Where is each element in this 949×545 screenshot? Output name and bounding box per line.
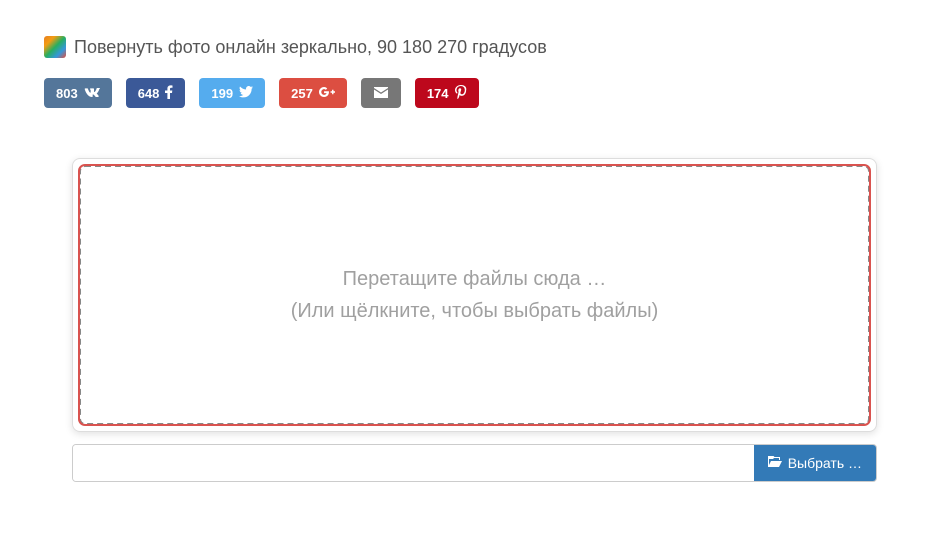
- folder-open-icon: [768, 455, 782, 471]
- page-title: Повернуть фото онлайн зеркально, 90 180 …: [74, 37, 547, 58]
- pinterest-icon: [455, 85, 467, 102]
- gp-count: 257: [291, 86, 313, 101]
- dropzone-line2: (Или щёлкните, чтобы выбрать файлы): [291, 295, 659, 327]
- site-logo: [44, 36, 66, 58]
- browse-label: Выбрать …: [788, 455, 862, 471]
- share-pinterest-button[interactable]: 174: [415, 78, 479, 108]
- share-facebook-button[interactable]: 648: [126, 78, 186, 108]
- facebook-icon: [165, 85, 173, 102]
- page-header: Повернуть фото онлайн зеркально, 90 180 …: [44, 36, 905, 58]
- share-email-button[interactable]: [361, 78, 401, 108]
- fb-count: 648: [138, 86, 160, 101]
- upload-panel: Перетащите файлы сюда … (Или щёлкните, ч…: [72, 158, 877, 432]
- file-dropzone[interactable]: Перетащите файлы сюда … (Или щёлкните, ч…: [79, 165, 870, 425]
- file-input-bar: Выбрать …: [72, 444, 877, 482]
- vk-icon: [84, 85, 100, 101]
- share-twitter-button[interactable]: 199: [199, 78, 265, 108]
- share-googleplus-button[interactable]: 257: [279, 78, 347, 108]
- file-path-input[interactable]: [73, 445, 754, 481]
- social-share-bar: 803 648 199 257: [44, 78, 905, 108]
- tw-count: 199: [211, 86, 233, 101]
- googleplus-icon: [319, 85, 335, 101]
- twitter-icon: [239, 85, 253, 101]
- share-vk-button[interactable]: 803: [44, 78, 112, 108]
- vk-count: 803: [56, 86, 78, 101]
- mail-icon: [374, 85, 388, 101]
- browse-button[interactable]: Выбрать …: [754, 445, 876, 481]
- pin-count: 174: [427, 86, 449, 101]
- dropzone-line1: Перетащите файлы сюда …: [343, 263, 607, 295]
